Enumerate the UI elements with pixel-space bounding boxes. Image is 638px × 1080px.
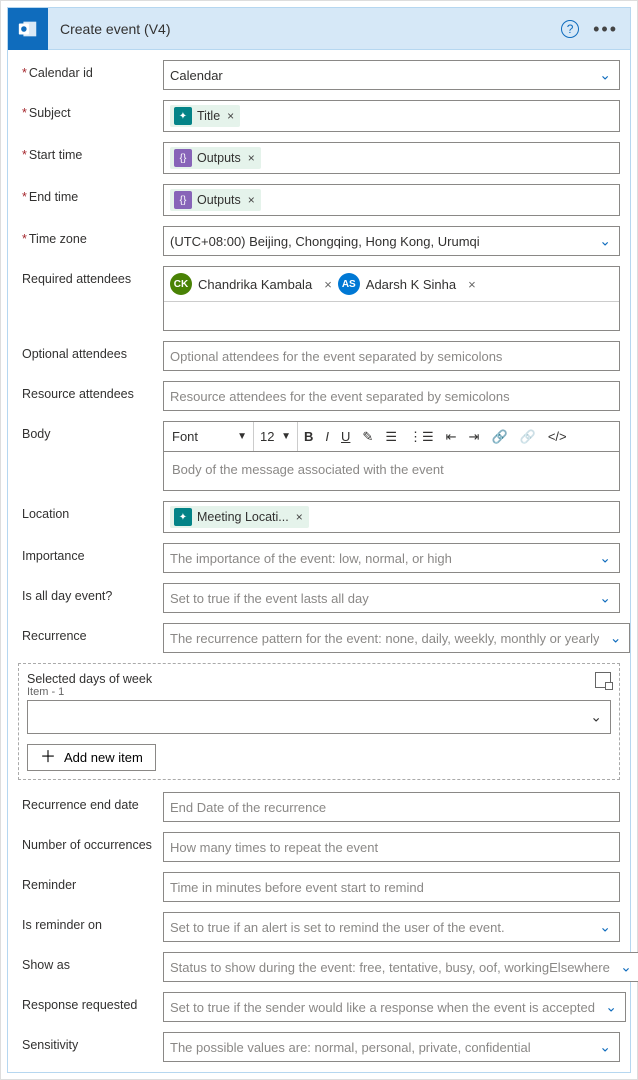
chevron-down-icon: ⌄ — [610, 630, 622, 647]
label-start-time: Start time — [18, 142, 163, 162]
reminder-input[interactable]: Time in minutes before event start to re… — [163, 872, 620, 902]
remove-token-icon[interactable]: × — [246, 193, 257, 207]
start-time-input[interactable]: {} Outputs × — [163, 142, 620, 174]
help-icon[interactable]: ? — [561, 20, 579, 38]
subject-token[interactable]: ✦ Title × — [170, 105, 240, 127]
font-size-dropdown[interactable]: 12▼ — [254, 422, 298, 451]
is-all-day-dropdown[interactable]: Set to true if the event lasts all day ⌄ — [163, 583, 620, 613]
caret-down-icon: ▼ — [281, 431, 291, 442]
required-attendees-input[interactable]: CK Chandrika Kambala × AS Adarsh K Sinha… — [163, 266, 620, 331]
label-response-requested: Response requested — [18, 992, 163, 1012]
outlook-icon — [8, 8, 48, 50]
sensitivity-dropdown[interactable]: The possible values are: normal, persona… — [163, 1032, 620, 1062]
rich-text-toolbar: Font▼ 12▼ B I U ✎ ☰ ⋮☰ ⇤ ⇥ 🔗 🔗 </> — [163, 421, 620, 451]
remove-attendee-icon[interactable]: × — [318, 277, 338, 292]
calendar-id-value: Calendar — [170, 68, 223, 83]
chevron-down-icon: ⌄ — [599, 1039, 611, 1056]
label-end-time: End time — [18, 184, 163, 204]
optional-attendees-input[interactable]: Optional attendees for the event separat… — [163, 341, 620, 371]
italic-button[interactable]: I — [319, 422, 335, 451]
subject-input[interactable]: ✦ Title × — [163, 100, 620, 132]
label-body: Body — [18, 421, 163, 441]
chevron-down-icon: ⌄ — [599, 919, 611, 936]
chevron-down-icon: ⌄ — [599, 590, 611, 607]
time-zone-dropdown[interactable]: (UTC+08:00) Beijing, Chongqing, Hong Kon… — [163, 226, 620, 256]
recurrence-dropdown[interactable]: The recurrence pattern for the event: no… — [163, 623, 630, 653]
label-calendar-id: Calendar id — [18, 60, 163, 80]
end-time-token[interactable]: {} Outputs × — [170, 189, 261, 211]
remove-token-icon[interactable]: × — [246, 151, 257, 165]
chevron-down-icon: ⌄ — [599, 550, 611, 567]
avatar: AS — [338, 273, 360, 295]
attendee-pill[interactable]: AS Adarsh K Sinha × — [338, 273, 482, 295]
num-occurrences-input[interactable]: How many times to repeat the event — [163, 832, 620, 862]
underline-button[interactable]: U — [335, 422, 356, 451]
start-time-token[interactable]: {} Outputs × — [170, 147, 261, 169]
label-importance: Importance — [18, 543, 163, 563]
switch-mode-icon[interactable] — [595, 672, 611, 688]
label-selected-days: Selected days of week — [27, 672, 152, 686]
label-is-reminder-on: Is reminder on — [18, 912, 163, 932]
label-time-zone: Time zone — [18, 226, 163, 246]
font-dropdown[interactable]: Font▼ — [166, 422, 254, 451]
attendee-pill[interactable]: CK Chandrika Kambala × — [170, 273, 338, 295]
numbered-list-button[interactable]: ⋮☰ — [403, 422, 440, 451]
label-sensitivity: Sensitivity — [18, 1032, 163, 1052]
response-requested-dropdown[interactable]: Set to true if the sender would like a r… — [163, 992, 626, 1022]
label-required-attendees: Required attendees — [18, 266, 163, 286]
importance-dropdown[interactable]: The importance of the event: low, normal… — [163, 543, 620, 573]
avatar: CK — [170, 273, 192, 295]
label-optional-attendees: Optional attendees — [18, 341, 163, 361]
dynamic-content-icon: {} — [174, 191, 192, 209]
chevron-down-icon: ⌄ — [590, 709, 602, 726]
link-button[interactable]: 🔗 — [485, 422, 513, 451]
chevron-down-icon: ⌄ — [599, 67, 611, 84]
selected-days-group: Selected days of week Item - 1 ⌄ ＋ Add n… — [18, 663, 620, 780]
label-reminder: Reminder — [18, 872, 163, 892]
location-token[interactable]: ✦ Meeting Locati... × — [170, 506, 309, 528]
chevron-down-icon: ⌄ — [599, 233, 611, 250]
label-subject: Subject — [18, 100, 163, 120]
bold-button[interactable]: B — [298, 422, 319, 451]
label-recurrence: Recurrence — [18, 623, 163, 643]
recurrence-end-input[interactable]: End Date of the recurrence — [163, 792, 620, 822]
selected-days-item-label: Item - 1 — [27, 686, 152, 698]
indent-button[interactable]: ⇥ — [463, 422, 486, 451]
caret-down-icon: ▼ — [237, 431, 247, 442]
resource-attendees-input[interactable]: Resource attendees for the event separat… — [163, 381, 620, 411]
chevron-down-icon: ⌄ — [605, 999, 617, 1016]
calendar-id-dropdown[interactable]: Calendar ⌄ — [163, 60, 620, 90]
highlight-button[interactable]: ✎ — [356, 422, 379, 451]
add-new-item-button[interactable]: ＋ Add new item — [27, 744, 156, 771]
label-num-occurrences: Number of occurrences — [18, 832, 163, 852]
outdent-button[interactable]: ⇤ — [440, 422, 463, 451]
dynamic-content-icon: ✦ — [174, 508, 192, 526]
bullet-list-button[interactable]: ☰ — [379, 422, 403, 451]
label-show-as: Show as — [18, 952, 163, 972]
location-input[interactable]: ✦ Meeting Locati... × — [163, 501, 620, 533]
header-title: Create event (V4) — [48, 21, 561, 37]
label-is-all-day: Is all day event? — [18, 583, 163, 603]
selected-days-dropdown[interactable]: ⌄ — [27, 700, 611, 734]
show-as-dropdown[interactable]: Status to show during the event: free, t… — [163, 952, 638, 982]
end-time-input[interactable]: {} Outputs × — [163, 184, 620, 216]
remove-attendee-icon[interactable]: × — [462, 277, 482, 292]
chevron-down-icon: ⌄ — [620, 959, 632, 976]
is-reminder-on-dropdown[interactable]: Set to true if an alert is set to remind… — [163, 912, 620, 942]
label-resource-attendees: Resource attendees — [18, 381, 163, 401]
remove-token-icon[interactable]: × — [294, 510, 305, 524]
unlink-button[interactable]: 🔗 — [514, 422, 542, 451]
dynamic-content-icon: ✦ — [174, 107, 192, 125]
label-recurrence-end: Recurrence end date — [18, 792, 163, 812]
code-view-button[interactable]: </> — [542, 422, 573, 451]
label-location: Location — [18, 501, 163, 521]
dynamic-content-icon: {} — [174, 149, 192, 167]
remove-token-icon[interactable]: × — [225, 109, 236, 123]
body-editor[interactable]: Body of the message associated with the … — [163, 451, 620, 491]
card-header: Create event (V4) ? ••• — [8, 8, 630, 50]
time-zone-value: (UTC+08:00) Beijing, Chongqing, Hong Kon… — [170, 234, 480, 249]
